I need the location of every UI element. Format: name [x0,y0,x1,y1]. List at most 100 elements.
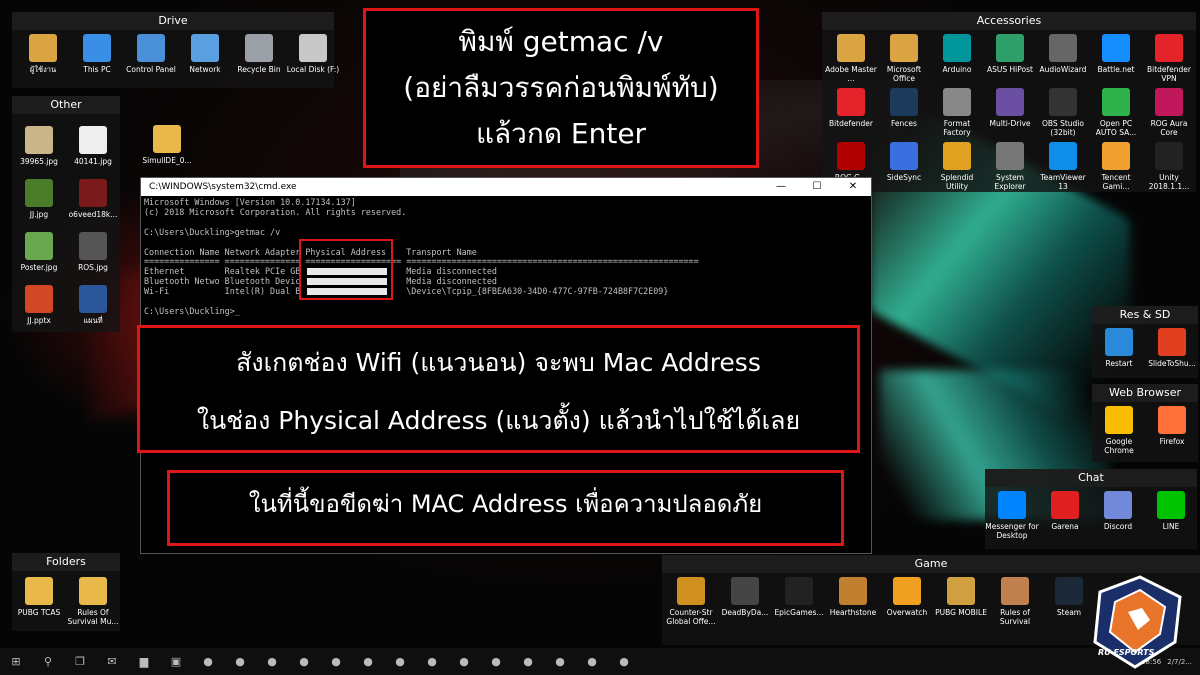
desktop-shortcut[interactable]: ROS.jpg [66,232,120,272]
line-icon[interactable]: ● [358,652,378,672]
cmd-titlebar[interactable]: C:\WINDOWS\system32\cmd.exe — ☐ ✕ [141,178,871,196]
desktop-shortcut[interactable]: Counter-Str Global Offe... [664,577,718,626]
desktop-shortcut[interactable]: Arduino [930,34,984,74]
nox-icon[interactable]: ● [454,652,474,672]
chrome-icon[interactable]: ● [262,652,282,672]
desktop-shortcut[interactable]: Messenger for Desktop [985,491,1039,540]
messenger-icon[interactable]: ● [294,652,314,672]
desktop-shortcut[interactable]: ROG Aura Core [1142,88,1196,137]
shortcut-label: แผนที่ [83,316,103,325]
epic-icon [785,577,813,605]
shortcut-label: SlideToShu... [1148,359,1196,368]
desktop-shortcut[interactable]: Open PC AUTO SA... [1089,88,1143,137]
shortcut-label: EpicGames... [774,608,824,617]
firefox-icon[interactable]: ● [230,652,250,672]
desktop-shortcut[interactable]: Control Panel [124,34,178,74]
game-icon[interactable]: ● [486,652,506,672]
cmd-icon[interactable]: ● [614,652,634,672]
steam-icon[interactable]: ● [518,652,538,672]
desktop-shortcut[interactable]: 39965.jpg [12,126,66,166]
steam-icon [1055,577,1083,605]
desktop-shortcut[interactable]: Fences [877,88,931,128]
desktop-shortcut[interactable]: Firefox [1145,406,1199,446]
obs-icon[interactable]: ● [550,652,570,672]
desktop-shortcut[interactable]: Recycle Bin [232,34,286,74]
nox-app-icon[interactable]: ● [582,652,602,672]
garena-icon[interactable]: ● [422,652,442,672]
desktop-shortcut[interactable]: SideSync [877,142,931,182]
desktop-shortcut[interactable]: AudioWizard [1036,34,1090,74]
search-icon[interactable]: ⚲ [38,652,58,672]
desktop-shortcut[interactable]: Rules of Survival [988,577,1042,626]
desktop-shortcut[interactable]: Network [178,34,232,74]
desktop-shortcut[interactable]: This PC [70,34,124,74]
desktop-shortcut[interactable]: PUBG TCAS [12,577,66,617]
instruction-note-bottom: ในที่นี้ขอขีดฆ่า MAC Address เพื่อความปล… [167,470,844,546]
desktop-shortcut[interactable]: ASUS HiPost [983,34,1037,74]
desktop-shortcut[interactable]: OBS Studio (32bit) [1036,88,1090,137]
note-line: พิมพ์ getmac /v [458,25,664,58]
desktop-shortcut[interactable]: Hearthstone [826,577,880,617]
discord-icon[interactable]: ● [326,652,346,672]
desktop-shortcut[interactable]: ROG G... [824,142,878,182]
desktop-shortcut[interactable]: o6veed18k... [66,179,120,219]
desktop-shortcut[interactable]: Multi-Drive [983,88,1037,128]
shortcut-label: SideSync [886,173,922,182]
disk-icon [299,34,327,62]
desktop-shortcut[interactable]: Discord [1091,491,1145,531]
audio-icon [1049,34,1077,62]
desktop-shortcut[interactable]: EpicGames... [772,577,826,617]
desktop-shortcut[interactable]: Bitdefender [824,88,878,128]
folder-icon [79,577,107,605]
desktop-shortcut[interactable]: PUBG MOBILE [934,577,988,617]
desktop-shortcut[interactable]: Battle.net [1089,34,1143,74]
user-folder-icon [29,34,57,62]
desktop-shortcut[interactable]: DeadByDa... [718,577,772,617]
desktop-shortcut[interactable]: Microsoft Office [877,34,931,83]
desktop-shortcut[interactable]: ผู้ใช้งาน [16,34,70,74]
desktop-shortcut[interactable]: แผนที่ [66,285,120,325]
shortcut-label: Rules of Survival [999,608,1031,626]
maximize-button[interactable]: ☐ [799,178,835,196]
instruction-note-top: พิมพ์ getmac /v (อย่าลืมวรรคก่อนพิมพ์ทับ… [363,8,759,168]
desktop-shortcut[interactable]: System Explorer [983,142,1037,191]
desktop-shortcut[interactable]: Bitdefender VPN [1142,34,1196,83]
image-file-icon [79,232,107,260]
desktop-shortcut[interactable]: Poster.jpg [12,232,66,272]
desktop-shortcut[interactable]: Adobe Master ... [824,34,878,83]
desktop-shortcut[interactable]: Garena [1038,491,1092,531]
taskbar-icons: ⊞ ⚲ ❐ ✉ ▆ ▣ ● ● ● ● ● ● ● ● ● ● ● ● ● ● [0,652,640,672]
ru-esports-logo [1093,575,1182,669]
store-icon[interactable]: ▣ [166,652,186,672]
desktop-shortcut[interactable]: TeamViewer 13 [1036,142,1090,191]
shortcut-label: Local Disk (F:) [286,65,340,74]
desktop-shortcut[interactable]: SlideToShu... [1145,328,1199,368]
fence-title: Drive [12,12,334,30]
desktop-shortcut[interactable]: JJ.jpg [12,179,66,219]
teamviewer-icon[interactable]: ● [390,652,410,672]
desktop-shortcut[interactable]: Google Chrome [1092,406,1146,455]
desktop-shortcut[interactable]: 40141.jpg [66,126,120,166]
physical-address-highlight [299,239,393,300]
close-button[interactable]: ✕ [835,178,871,196]
minimize-button[interactable]: — [763,178,799,196]
shortcut-label: Microsoft Office [886,65,922,83]
desktop-shortcut[interactable]: Format Factory [930,88,984,137]
desktop-shortcut[interactable]: Tencent Gami... [1089,142,1143,191]
desktop-shortcut[interactable]: LINE [1144,491,1198,531]
desktop-shortcut[interactable]: Local Disk (F:) [286,34,340,74]
vs-icon[interactable]: ● [198,652,218,672]
desktop-shortcut[interactable]: Splendid Utility [930,142,984,191]
desktop-item[interactable]: SimullDE_0... [140,125,194,165]
fence-title: Folders [12,553,120,571]
mail-icon[interactable]: ✉ [102,652,122,672]
desktop-shortcut[interactable]: JJ.pptx [12,285,66,325]
desktop-shortcut[interactable]: Restart [1092,328,1146,368]
desktop-shortcut[interactable]: Overwatch [880,577,934,617]
desktop-shortcut[interactable]: Rules Of Survival Mu... [66,577,120,626]
task-view-icon[interactable]: ❐ [70,652,90,672]
windows-start-icon[interactable]: ⊞ [6,652,26,672]
file-explorer-icon[interactable]: ▆ [134,652,154,672]
desktop-shortcut[interactable]: Unity 2018.1.1... [1142,142,1196,191]
fences-icon [890,88,918,116]
